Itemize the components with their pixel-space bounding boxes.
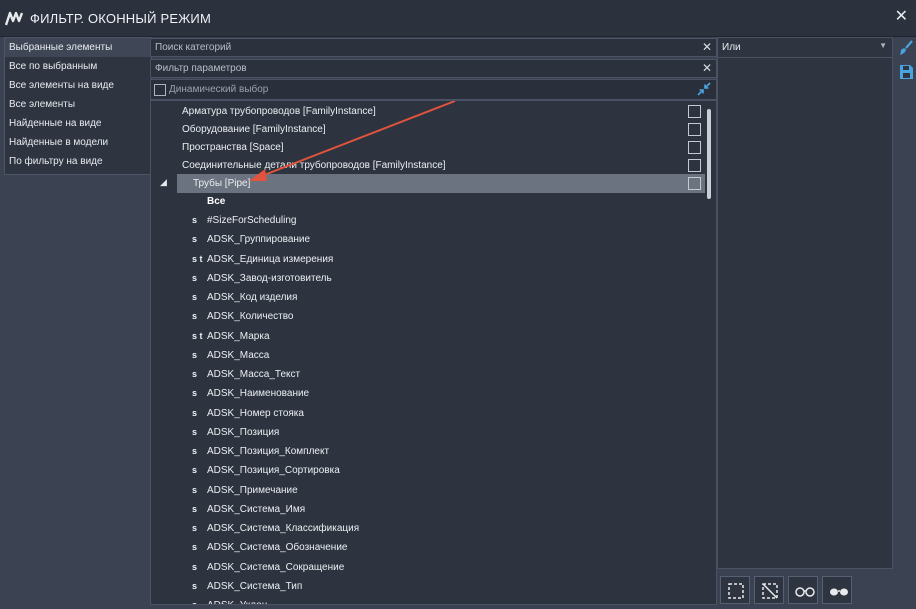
menu-item-all-on-view[interactable]: Все элементы на виде [5, 76, 151, 95]
save-icon[interactable] [898, 64, 914, 80]
deselect-box-icon [762, 583, 778, 599]
category-search-box: ✕ [150, 38, 717, 57]
menu-item-found-on-view[interactable]: Найденные на виде [5, 114, 151, 133]
title-bar: ФИЛЬТР. ОКОННЫЙ РЕЖИМ ✕ [0, 0, 916, 37]
category-tree: Арматура трубопроводов [FamilyInstance] … [150, 100, 717, 605]
menu-item-all-elements[interactable]: Все элементы [5, 95, 151, 114]
logic-operator-value: Или [722, 42, 741, 53]
dynamic-selection-checkbox[interactable] [154, 84, 166, 96]
logic-panel: Или ▼ [717, 37, 893, 569]
glasses-button[interactable] [788, 576, 818, 604]
brush-icon[interactable] [898, 40, 914, 56]
window-title: ФИЛЬТР. ОКОННЫЙ РЕЖИМ [30, 11, 211, 26]
dynamic-selection-label: Динамический выбор [169, 84, 269, 95]
chevron-down-icon: ▼ [879, 41, 887, 50]
deselect-box-button[interactable] [754, 576, 784, 604]
dynamic-selection-row: Динамический выбор [150, 79, 717, 100]
glasses-icon [795, 587, 815, 597]
annotation-arrow [249, 101, 456, 181]
menu-item-found-in-model[interactable]: Найденные в модели [5, 133, 151, 152]
parameter-filter-box: ✕ [150, 59, 717, 78]
category-search-input[interactable] [155, 40, 695, 55]
selection-mode-menu: Выбранные элементы Все по выбранным Все … [4, 37, 152, 175]
clear-category-search-icon[interactable]: ✕ [702, 40, 712, 55]
menu-item-all-by-selected[interactable]: Все по выбранным [5, 57, 151, 76]
app-logo-icon [5, 11, 23, 26]
close-icon[interactable]: ✕ [895, 8, 908, 26]
collapse-icon[interactable] [697, 82, 711, 96]
select-box-icon [728, 583, 744, 599]
sunglasses-button[interactable] [822, 576, 852, 604]
sunglasses-icon [830, 588, 848, 596]
logic-operator-select[interactable]: Или ▼ [718, 38, 892, 58]
menu-item-selected-elements[interactable]: Выбранные элементы [5, 38, 151, 57]
parameter-filter-input[interactable] [155, 61, 695, 76]
clear-parameter-filter-icon[interactable]: ✕ [702, 61, 712, 76]
select-box-button[interactable] [720, 576, 750, 604]
menu-item-by-view-filter[interactable]: По фильтру на виде [5, 152, 151, 171]
